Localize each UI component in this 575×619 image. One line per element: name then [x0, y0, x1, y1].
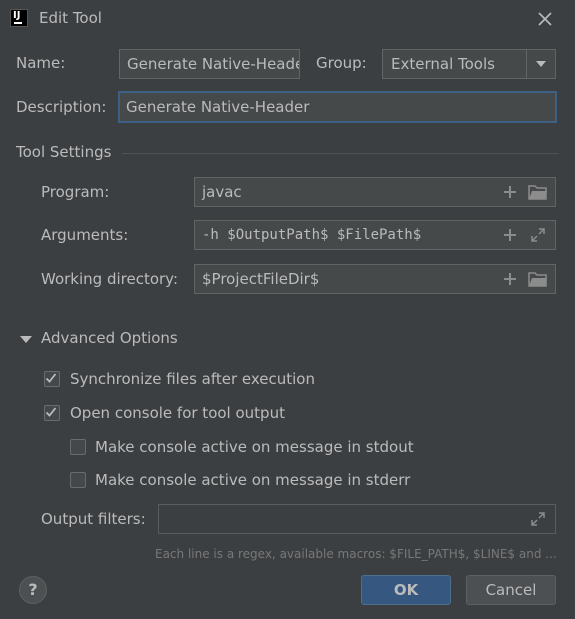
program-field: javac [194, 177, 556, 207]
stdout-active-checkbox[interactable] [70, 439, 86, 455]
output-filters-hint: Each line is a regex, available macros: … [155, 547, 557, 561]
group-dropdown[interactable]: External Tools [382, 49, 556, 79]
stderr-active-label[interactable]: Make console active on message in stderr [95, 471, 410, 489]
add-icon[interactable] [502, 271, 518, 287]
open-console-checkbox[interactable] [44, 405, 60, 421]
checkbox-box[interactable] [70, 439, 86, 455]
name-input[interactable]: Generate Native-Header [119, 49, 300, 79]
arguments-field: -h $OutputPath$ $FilePath$ [194, 220, 556, 250]
group-dropdown-arrow[interactable] [526, 50, 555, 78]
name-label: Name: [16, 54, 66, 72]
folder-icon[interactable] [528, 183, 548, 201]
close-icon [538, 12, 552, 26]
ok-button[interactable]: OK [361, 575, 451, 605]
sync-files-label[interactable]: Synchronize files after execution [70, 370, 315, 388]
sync-files-checkbox[interactable] [44, 371, 60, 387]
checkbox-box[interactable] [44, 405, 60, 421]
group-value: External Tools [391, 55, 495, 73]
dialog-title: Edit Tool [39, 9, 102, 27]
stdout-active-label[interactable]: Make console active on message in stdout [95, 438, 414, 456]
check-icon [45, 407, 57, 417]
tool-settings-divider [122, 153, 559, 154]
triangle-down-icon [20, 336, 32, 343]
advanced-options-toggle[interactable] [18, 332, 34, 348]
chevron-down-icon [536, 61, 546, 67]
open-console-label[interactable]: Open console for tool output [70, 404, 285, 422]
cancel-button[interactable]: Cancel [466, 575, 556, 605]
add-icon[interactable] [502, 184, 518, 200]
output-filters-field [158, 504, 556, 534]
help-button[interactable]: ? [19, 576, 47, 604]
expand-icon[interactable] [530, 227, 546, 243]
description-label: Description: [16, 98, 107, 116]
expand-icon[interactable] [530, 511, 546, 527]
close-button[interactable] [534, 8, 556, 30]
output-filters-label: Output filters: [41, 510, 146, 528]
check-icon [45, 373, 57, 383]
tool-settings-header: Tool Settings [16, 143, 112, 161]
add-icon[interactable] [502, 227, 518, 243]
advanced-options-header[interactable]: Advanced Options [41, 329, 178, 347]
help-icon: ? [28, 580, 38, 599]
group-label: Group: [316, 54, 367, 72]
working-directory-label: Working directory: [41, 270, 179, 288]
output-filters-input[interactable] [158, 504, 556, 534]
checkbox-box[interactable] [44, 371, 60, 387]
program-label: Program: [41, 183, 110, 201]
description-input[interactable]: Generate Native-Header [118, 91, 557, 123]
folder-icon[interactable] [528, 270, 548, 288]
working-directory-field: $ProjectFileDir$ [194, 264, 556, 294]
checkbox-box[interactable] [70, 472, 86, 488]
arguments-label: Arguments: [41, 226, 129, 244]
app-icon: IJ [10, 9, 28, 27]
stderr-active-checkbox[interactable] [70, 472, 86, 488]
title-bar: IJ Edit Tool [0, 0, 575, 36]
